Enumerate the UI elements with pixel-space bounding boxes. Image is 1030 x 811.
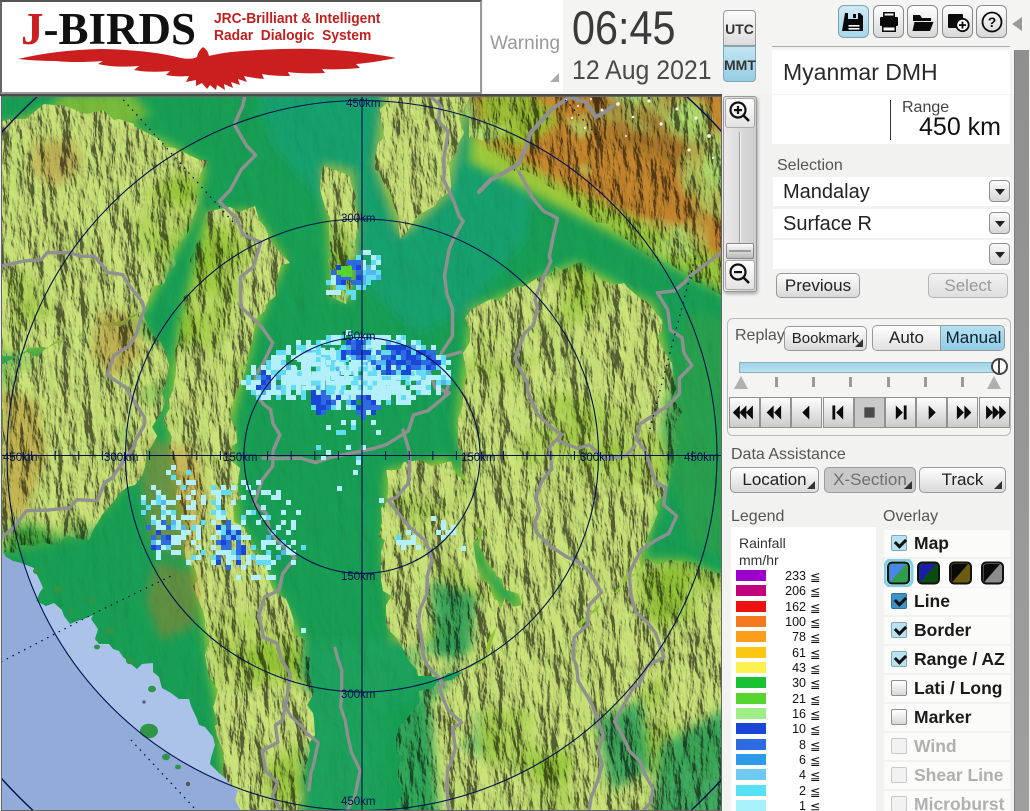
svg-text:450km: 450km: [684, 452, 719, 464]
svg-text:150km: 150km: [461, 452, 496, 464]
svg-text:?: ?: [988, 14, 997, 30]
svg-text:150km: 150km: [341, 571, 376, 583]
svg-text:300km: 300km: [341, 213, 376, 225]
svg-text:300km: 300km: [341, 689, 376, 701]
svg-text:150km: 150km: [223, 452, 258, 464]
svg-text:150km: 150km: [341, 331, 376, 343]
svg-text:300km: 300km: [580, 452, 615, 464]
svg-text:450km: 450km: [3, 452, 38, 464]
svg-text:450km: 450km: [341, 796, 376, 808]
svg-text:300km: 300km: [104, 452, 139, 464]
svg-text:450km: 450km: [346, 98, 381, 110]
